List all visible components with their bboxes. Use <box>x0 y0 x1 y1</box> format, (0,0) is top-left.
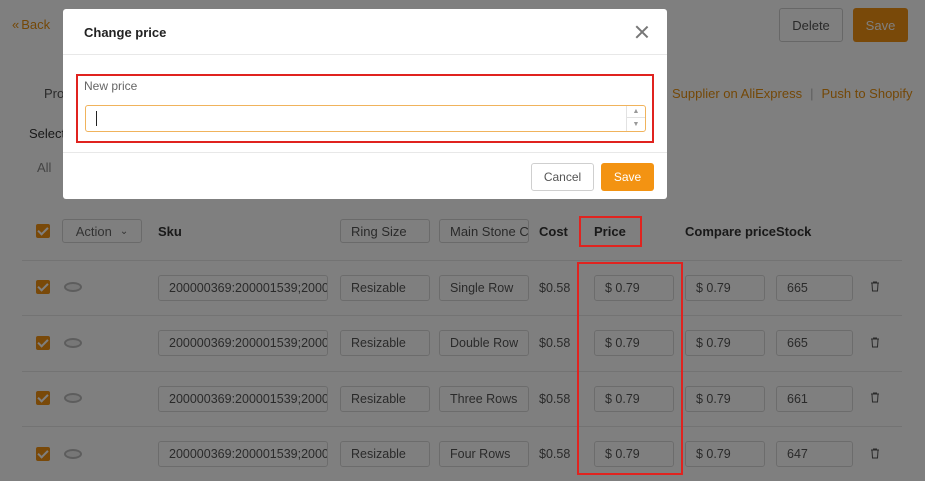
price-header-highlight <box>579 216 642 247</box>
change-price-dialog: Change price New price ▲ ▼ Cancel Save <box>63 9 667 199</box>
price-column-highlight <box>577 262 683 475</box>
cancel-button[interactable]: Cancel <box>531 163 594 191</box>
close-icon[interactable] <box>635 25 649 39</box>
dialog-footer-divider <box>63 152 667 153</box>
dialog-header-divider <box>63 54 667 55</box>
new-price-field-highlight <box>76 74 654 143</box>
dialog-title: Change price <box>84 25 167 40</box>
dialog-save-button[interactable]: Save <box>601 163 654 191</box>
